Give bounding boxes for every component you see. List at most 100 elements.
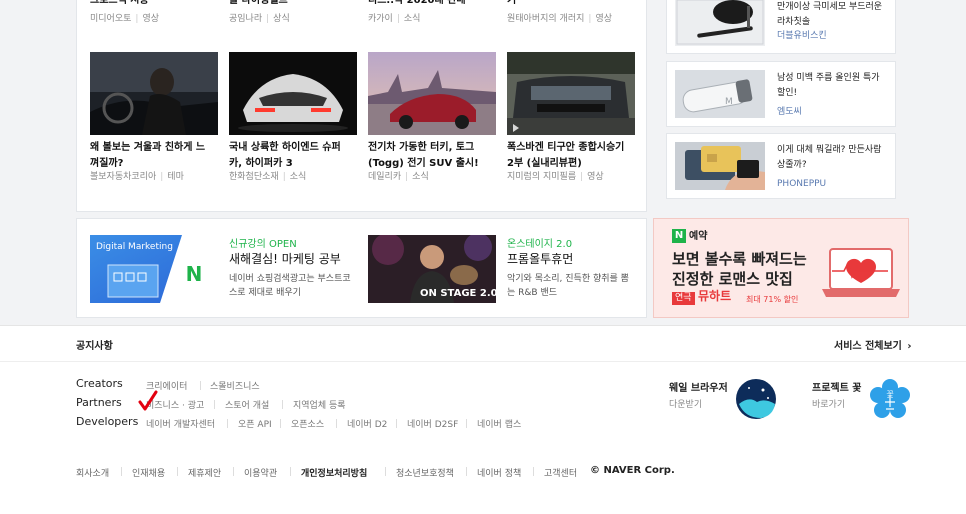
divider bbox=[121, 467, 122, 476]
footer-link[interactable]: 스몰비즈니스 bbox=[210, 379, 260, 392]
partners-label[interactable]: Partners bbox=[76, 396, 122, 409]
bottom-link[interactable]: 인재채용 bbox=[132, 466, 165, 479]
article-title[interactable]: 크로스백 시승 bbox=[90, 0, 210, 9]
article-category: 영상 bbox=[587, 172, 604, 182]
divider bbox=[200, 381, 201, 390]
footer-link[interactable]: 네이버 D2SF bbox=[407, 417, 458, 430]
svg-text:N: N bbox=[186, 262, 203, 286]
auto-news-panel: 크로스백 시승 미디어오토 | 영상 줄 타이밍벨트 공임나라 | 상식 티드..딱 2… bbox=[76, 0, 647, 212]
ad-headline-1: 보면 볼수록 빠져드는 bbox=[672, 250, 807, 268]
article-category: 소식 bbox=[289, 172, 307, 182]
footer-link[interactable]: 지역업체 등록 bbox=[293, 398, 346, 411]
article-category: 영상 bbox=[142, 14, 160, 24]
footer-link[interactable]: 네이버 랩스 bbox=[477, 417, 521, 430]
article-thumbnail[interactable] bbox=[90, 52, 218, 135]
article-thumbnail[interactable] bbox=[368, 52, 496, 135]
article-title[interactable]: 티드..딱 2020대 판매 bbox=[368, 0, 488, 9]
article-title[interactable]: 기 bbox=[507, 0, 627, 9]
article-source[interactable]: 공임나라 bbox=[229, 14, 262, 24]
bottom-link[interactable]: 청소년보호정책 bbox=[396, 466, 454, 479]
article-meta: 원태아버지의 개러지 | 영상 bbox=[507, 14, 612, 24]
article-title[interactable]: 전기차 가동한 터키, 토그(Togg) 전기 SUV 출시! bbox=[368, 140, 488, 172]
notice-bar: 공지사항 서비스 전체보기 › bbox=[0, 326, 966, 362]
promo-thumbnail[interactable]: ON STAGE 2.0 bbox=[368, 235, 496, 303]
shopping-item[interactable]: 이게 대체 뭐길래? 만든사람 상줄까? PHONEPPU bbox=[666, 133, 896, 199]
ad-banner[interactable]: N 예약 보면 볼수록 빠져드는 진정한 로맨스 맛집 연극 뮤하트 최대 71… bbox=[653, 218, 909, 318]
footer-link[interactable]: 스토어 개설 bbox=[225, 398, 269, 411]
article-source[interactable]: 한화첨단소재 bbox=[229, 172, 279, 182]
divider bbox=[396, 419, 397, 428]
product-thumbnail[interactable] bbox=[675, 0, 765, 48]
project-kkot-icon[interactable]: 꽃 bbox=[869, 379, 911, 421]
divider bbox=[282, 400, 283, 409]
shopping-item[interactable]: 만개이상 극미세모 부드러운 라차칫솔 더블유비스킨 bbox=[666, 0, 896, 54]
bottom-link[interactable]: 회사소개 bbox=[76, 466, 109, 479]
article-title[interactable]: 폭스바겐 티구안 종합시승기 2부 (실내리뷰편) bbox=[507, 140, 627, 172]
article-source[interactable]: 미디어오토 bbox=[90, 14, 131, 24]
bottom-link[interactable]: 고객센터 bbox=[544, 466, 577, 479]
article-title[interactable]: 국내 상륙한 하이엔드 슈퍼카, 하이퍼카 3 bbox=[229, 140, 349, 172]
article-meta: 한화첨단소재 | 소식 bbox=[229, 172, 307, 182]
article-meta: 카가이 | 소식 bbox=[368, 14, 421, 24]
article-thumbnail[interactable] bbox=[229, 52, 357, 135]
kkot-link[interactable]: 바로가기 bbox=[812, 397, 845, 410]
svg-text:M: M bbox=[725, 97, 733, 107]
article-title[interactable]: 줄 타이밍벨트 bbox=[229, 0, 349, 9]
divider bbox=[290, 467, 291, 476]
promo-thumb-label: ON STAGE 2.0 bbox=[420, 288, 496, 299]
notice-link[interactable]: 공지사항 bbox=[76, 337, 113, 352]
article-title[interactable]: 왜 볼보는 겨울과 친하게 느껴질까? bbox=[90, 140, 210, 172]
article-source[interactable]: 볼보자동차코리아 bbox=[90, 172, 156, 182]
article-source[interactable]: 지미럼의 지미필름 bbox=[507, 172, 576, 182]
promo-title[interactable]: 새해결심! 마케팅 공부 bbox=[229, 253, 341, 266]
article-thumbnail[interactable] bbox=[507, 52, 635, 135]
footer-link[interactable]: 오픈소스 bbox=[291, 417, 324, 430]
ad-discount: 최대 71% 할인 bbox=[746, 295, 799, 304]
article-meta: 지미럼의 지미필름 | 영상 bbox=[507, 172, 604, 182]
whale-download-link[interactable]: 다운받기 bbox=[669, 397, 702, 410]
bottom-link[interactable]: 제휴제안 bbox=[188, 466, 221, 479]
divider bbox=[336, 419, 337, 428]
footer-link[interactable]: 네이버 개발자센터 bbox=[146, 417, 215, 430]
privacy-policy-link[interactable]: 개인정보처리방침 bbox=[301, 466, 367, 479]
promo-description[interactable]: 악기와 목소리, 진득한 향취를 뽐는 R&B 밴드 bbox=[507, 272, 632, 300]
promo-description[interactable]: 네이버 쇼핑검색광고는 부스트코스로 제대로 배우기 bbox=[229, 272, 354, 300]
whale-title[interactable]: 웨일 브라우저 bbox=[669, 379, 728, 394]
footer: 공지사항 서비스 전체보기 › Creators 크리에이터 스몰비즈니스 Pa… bbox=[0, 325, 966, 514]
product-description[interactable]: 만개이상 극미세모 부드러운 라차칫솔 bbox=[777, 0, 887, 30]
bottom-link[interactable]: 이용약관 bbox=[244, 466, 277, 479]
product-thumbnail[interactable]: M bbox=[675, 70, 765, 118]
article-source[interactable]: 카가이 bbox=[368, 14, 393, 24]
divider bbox=[466, 467, 467, 476]
svg-text:꽃: 꽃 bbox=[886, 390, 893, 399]
product-thumbnail[interactable] bbox=[675, 142, 765, 190]
article-category: 소식 bbox=[403, 14, 421, 24]
footer-link[interactable]: 네이버 D2 bbox=[347, 417, 387, 430]
naver-badge-icon: N bbox=[672, 229, 686, 243]
shopping-item[interactable]: M 남성 미백 주름 올인원 특가할인! 엠도씨 bbox=[666, 61, 896, 127]
product-description[interactable]: 이게 대체 뭐길래? 만든사람 상줄까? bbox=[777, 143, 887, 173]
kkot-title[interactable]: 프로젝트 꽃 bbox=[812, 379, 861, 394]
developers-label[interactable]: Developers bbox=[76, 415, 138, 428]
checkmark-icon bbox=[138, 390, 158, 411]
promo-kicker: 신규강의 OPEN bbox=[229, 239, 297, 250]
promo-thumbnail[interactable]: N Digital Marketing bbox=[90, 235, 218, 303]
product-brand[interactable]: 엠도씨 bbox=[777, 106, 802, 119]
product-brand[interactable]: PHONEPPU bbox=[777, 178, 826, 191]
bottom-link[interactable]: 네이버 정책 bbox=[477, 466, 521, 479]
article-source[interactable]: 원태아버지의 개러지 bbox=[507, 14, 584, 24]
product-brand[interactable]: 더블유비스킨 bbox=[777, 30, 827, 43]
article-source[interactable]: 데일리카 bbox=[368, 172, 401, 182]
article-category: 상식 bbox=[273, 14, 290, 24]
all-services-link[interactable]: 서비스 전체보기 › bbox=[834, 337, 912, 352]
article-meta: 공임나라 | 상식 bbox=[229, 14, 290, 24]
promo-title[interactable]: 프롬올투휴먼 bbox=[507, 253, 573, 266]
divider bbox=[385, 467, 386, 476]
footer-link[interactable]: 오픈 API bbox=[238, 417, 272, 430]
creators-label[interactable]: Creators bbox=[76, 377, 123, 390]
whale-browser-icon[interactable] bbox=[735, 378, 777, 420]
product-description[interactable]: 남성 미백 주름 올인원 특가할인! bbox=[777, 71, 887, 101]
ad-tag-genre: 연극 bbox=[672, 292, 695, 305]
divider bbox=[233, 467, 234, 476]
divider bbox=[177, 467, 178, 476]
